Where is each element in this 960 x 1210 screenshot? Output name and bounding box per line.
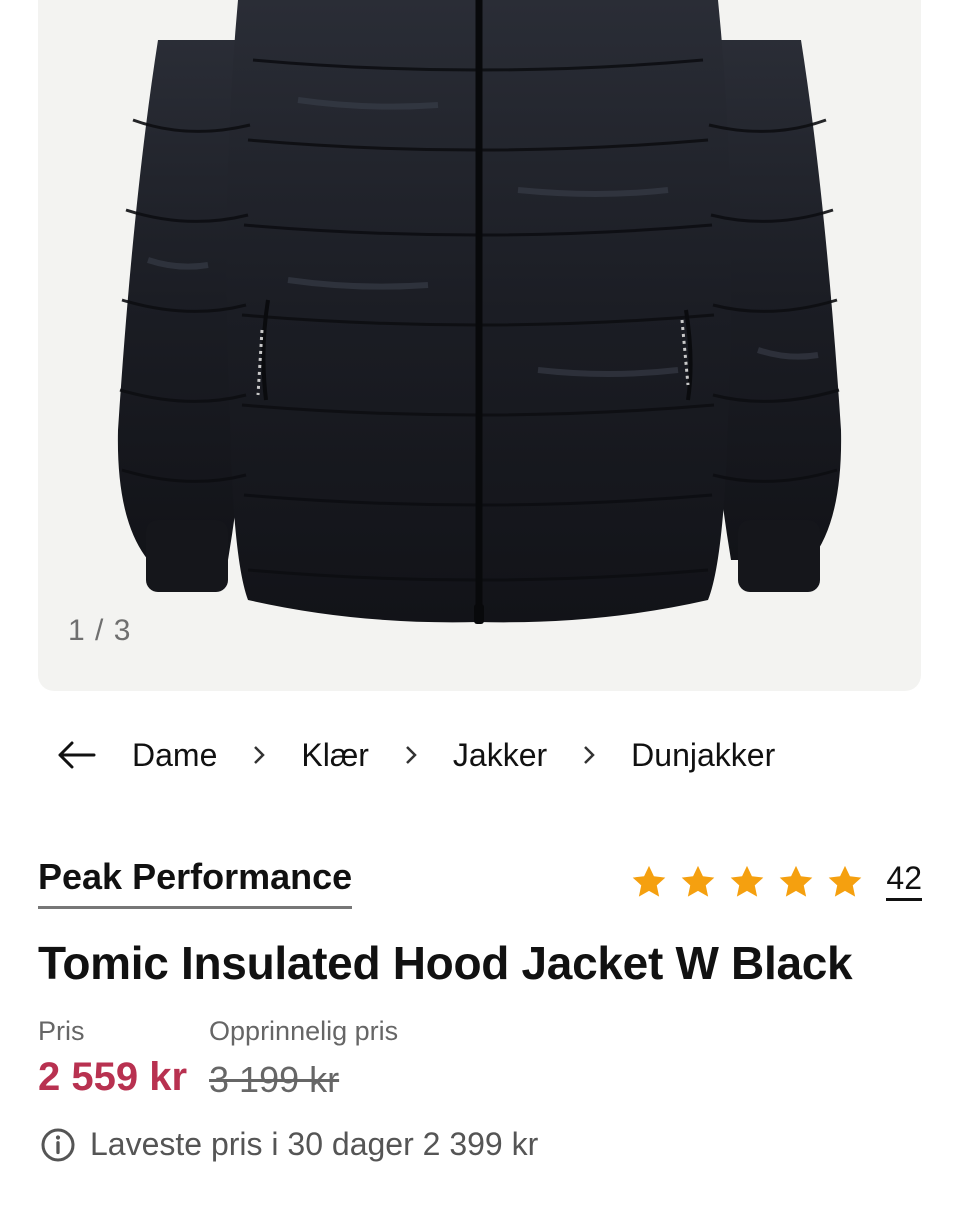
back-arrow-icon[interactable] <box>56 735 96 775</box>
product-title: Tomic Insulated Hood Jacket W Black <box>38 937 853 989</box>
current-price: 2 559 kr <box>38 1055 188 1099</box>
review-count-link[interactable]: 42 <box>886 862 922 901</box>
breadcrumb-item-dunjakker[interactable]: Dunjakker <box>631 737 775 774</box>
chevron-right-icon <box>249 744 269 766</box>
breadcrumb-item-klaer[interactable]: Klær <box>301 737 369 774</box>
original-price-label: Opprinnelig pris <box>209 1016 399 1046</box>
breadcrumb: Dame Klær Jakker Dunjakker <box>56 730 775 780</box>
original-price: 3 199 kr <box>209 1059 340 1100</box>
price-block: Pris 2 559 kr Opprinnelig pris 3 199 kr <box>38 1016 398 1101</box>
product-rating[interactable]: 42 <box>630 862 922 901</box>
product-image[interactable] <box>38 0 921 691</box>
star-icon <box>731 865 764 897</box>
current-price-label: Pris <box>38 1016 85 1046</box>
breadcrumb-item-jakker[interactable]: Jakker <box>453 737 547 774</box>
breadcrumb-item-dame[interactable]: Dame <box>132 737 217 774</box>
lowest-price-text: Laveste pris i 30 dager 2 399 kr <box>90 1126 539 1162</box>
star-icon <box>829 865 862 897</box>
rating-stars <box>630 863 864 901</box>
info-icon[interactable] <box>40 1127 76 1163</box>
star-icon <box>780 865 813 897</box>
chevron-right-icon <box>579 744 599 766</box>
star-icon <box>682 865 715 897</box>
current-price-group: Pris 2 559 kr <box>38 1016 187 1101</box>
product-image-gallery[interactable]: 1 / 3 <box>38 0 921 691</box>
brand-link[interactable]: Peak Performance <box>38 856 353 909</box>
lowest-price-info: Laveste pris i 30 dager 2 399 kr <box>40 1126 538 1163</box>
star-icon <box>633 865 666 897</box>
chevron-right-icon <box>401 744 421 766</box>
image-counter: 1 / 3 <box>68 614 132 647</box>
original-price-group: Opprinnelig pris 3 199 kr <box>209 1016 398 1101</box>
